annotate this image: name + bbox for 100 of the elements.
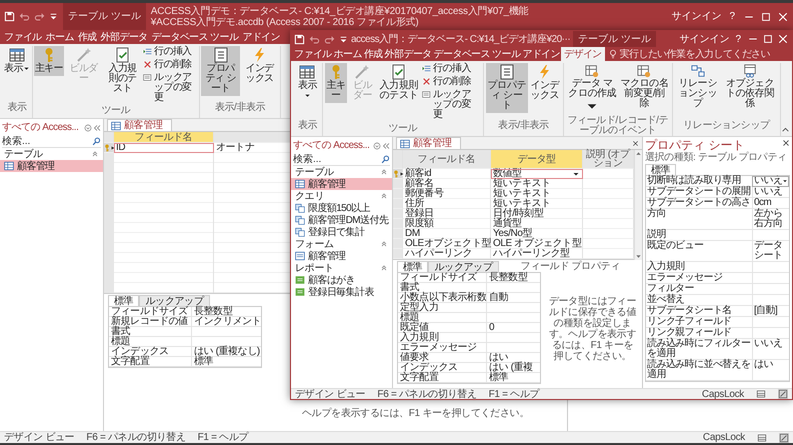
group-label: 表示 [296,118,318,132]
property-value: はい [752,360,790,381]
property-tab[interactable]: 標準 [645,164,676,175]
property-tab[interactable]: 標準 [108,295,140,306]
section-header[interactable]: テーブル [0,148,103,160]
ribbon-button[interactable]: 行の削除 [420,76,481,88]
navigation-item[interactable]: 顧客管理DM送付先 [291,214,392,226]
property-value: はい (重複なし) [191,347,261,357]
document-tab[interactable]: 顧客管理 [107,119,172,131]
group-label: フィールド/レコード/テーブルのイベント [566,115,670,136]
table-cell: 住所 [403,199,491,209]
help-text: データ型にはフィールドに保存できる値の種類を設定します。ヘルプを表示するには、F1 キーを押してください。 [548,296,638,362]
column-header: 説明 (オプション [583,150,634,169]
ribbon-tab[interactable]: 作成 [362,47,384,61]
ribbon-button[interactable]: インデックス [528,63,562,103]
section-header[interactable]: フォーム [291,238,392,250]
property-name: フィールドサイズ [398,273,486,283]
property-name: 入力規則 [646,262,752,273]
table-cell: 顧客名 [403,179,491,189]
property-value: 0 [486,323,540,333]
ribbon-button[interactable]: オブジェクトの依存関係 [722,63,778,111]
window-title: access入門：データベース- C:¥14_ビデオ講座¥20··· [351,34,570,44]
ribbon-tab[interactable]: ホーム [44,30,76,44]
navigation-item[interactable]: 登録日毎集計表 [291,286,392,298]
property-value: いいえ [752,339,790,360]
property-value: 標準 [486,373,540,383]
group-label: 表示 [6,100,28,114]
table-cell: 短いテキスト [491,179,583,189]
navigation-item[interactable]: 顧客管理 [291,250,392,262]
navigation-item[interactable]: 顧客管理 [291,178,392,190]
context-tab-label: テーブル ツール [63,3,146,30]
property-value: 標準 [191,357,261,367]
ribbon-tab[interactable]: データベース ツール [432,47,522,61]
help-button[interactable]: ? [732,34,744,44]
ribbon-button[interactable]: ルックアップの変更 [420,89,481,121]
ribbon-button[interactable]: 行の挿入 [142,46,198,58]
property-name: リンク親フィールド [646,328,752,339]
ribbon-button[interactable]: 行の削除 [142,59,198,71]
property-name: 書式 [398,283,486,293]
ribbon-button[interactable]: マクロの名前変更/削除 [619,63,670,111]
ribbon-button[interactable]: 入力規則のテスト [378,63,420,103]
ribbon-button[interactable]: データ マクロの作成 [566,63,618,115]
section-header[interactable]: クエリ [291,190,392,202]
ribbon-tab[interactable]: ファイル [293,47,333,61]
status-text: F6 = パネルの切り替え [86,432,186,443]
ribbon-tab[interactable]: 作成 [76,30,99,44]
ribbon-button[interactable]: 主キー [324,63,348,103]
ribbon-button[interactable]: プロパティ シート [486,63,528,113]
panel-title: プロパティ シート [645,139,744,152]
help-button[interactable]: ? [726,11,738,22]
ribbon-button[interactable]: 入力規則のテスト [103,46,142,96]
section-header[interactable]: テーブル [291,166,392,178]
property-name: サブデータシート名 [646,306,752,317]
ribbon-tab[interactable]: 外部データ [384,47,433,61]
property-name: サブデータシートの高さ [646,198,752,209]
caps-lock-indicator: CapsLock [702,388,744,399]
column-header: データ型 [491,150,583,169]
property-name: フィールドサイズ [109,307,191,317]
ribbon-button[interactable]: 表示 [3,46,31,76]
property-name: 値要求 [398,353,486,363]
navigation-item[interactable]: 限度額150以上 [291,202,392,214]
property-name: リンク子フィールド [646,317,752,328]
ribbon-button[interactable]: 表示 [295,63,320,103]
column-header: フィールド名 [403,150,491,169]
sign-in-link[interactable]: サインイン [671,11,722,22]
ribbon-tab[interactable]: ファイル [2,30,44,44]
ribbon-tab[interactable]: アドイン [240,30,282,44]
ribbon-button[interactable]: 行の挿入 [420,63,481,75]
property-value: はい [486,353,540,363]
navigation-item[interactable]: 登録日で集計 [291,226,392,238]
status-text: デザイン ビュー [295,388,366,399]
ribbon-tab[interactable]: 外部データ [98,30,150,44]
navigation-item[interactable]: 顧客管理 [0,160,103,172]
ribbon-button[interactable]: プロパティ シート [201,46,240,96]
property-tab[interactable]: ルックアップ [139,295,210,306]
property-name: 定型入力 [398,303,486,313]
group-label: ツール [387,122,418,136]
ribbon-button[interactable]: インデックス [240,46,280,86]
table-cell: OLE オブジェクト型 [491,239,583,249]
sign-in-link[interactable]: サインイン [679,34,730,44]
ribbon-tab[interactable]: データベース ツール [150,30,240,44]
property-name: エラーメッセージ [398,343,486,353]
ribbon-button[interactable]: 主キー [34,46,64,76]
property-tab[interactable]: ルックアップ [428,261,499,272]
property-value: 0cm [752,198,790,209]
ribbon-tab[interactable]: ホーム [332,47,363,61]
table-cell: ハイパーリンク [403,249,491,259]
property-tab[interactable]: 標準 [397,261,428,272]
property-name: 切断時は読み取り専用 [646,176,752,187]
ribbon-tab[interactable]: デザイン [561,47,605,61]
search-field[interactable]: 検索... [293,154,381,165]
search-field[interactable]: 検索... [2,136,92,147]
navigation-item[interactable]: 顧客はがき [291,274,392,286]
ribbon-button[interactable]: リレーションシップ [674,63,721,111]
document-tab[interactable]: 顧客管理 [396,137,461,149]
property-name: 小数点以下表示桁数 [398,293,486,303]
section-header[interactable]: レポート [291,262,392,274]
ribbon-button[interactable]: ルックアップの変更 [142,72,198,104]
ribbon-tab[interactable]: アドイン [521,47,562,61]
property-name: 入力規則 [398,333,486,343]
